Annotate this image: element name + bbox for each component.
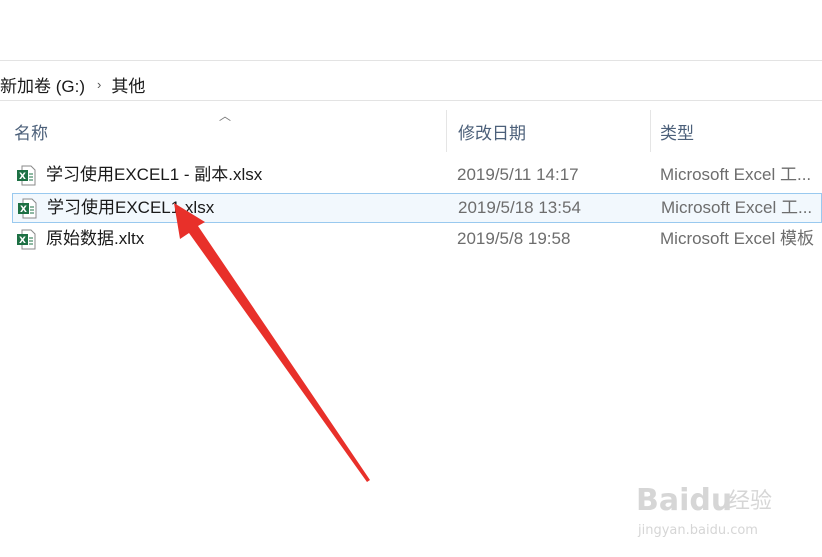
watermark-brand: Baidu — [636, 483, 732, 518]
watermark-brand-cn: 经验 — [728, 489, 772, 514]
baidu-watermark-logo: Baidu 经验 jingyan.baidu.com — [636, 483, 772, 538]
watermark-url: jingyan.baidu.com — [637, 523, 758, 538]
